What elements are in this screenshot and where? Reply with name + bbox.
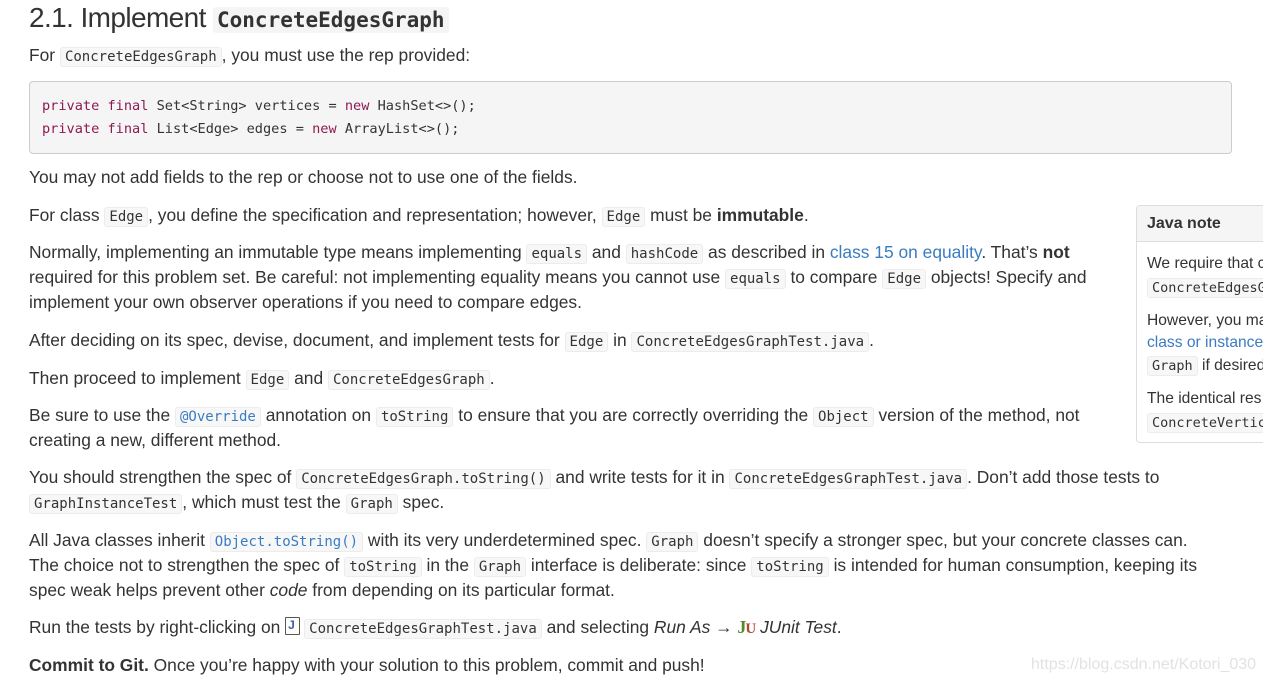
inline-code: ConcreteVertic bbox=[1147, 413, 1263, 433]
inline-code: Graph bbox=[473, 557, 527, 577]
strengthen-paragraph-line-2: GraphInstanceTest, which must test the G… bbox=[29, 490, 444, 517]
inline-code: Graph bbox=[646, 532, 699, 552]
section-heading: 2.1. Implement ConcreteEdgesGraph bbox=[29, 0, 449, 36]
inline-code: Object bbox=[813, 407, 874, 427]
fields-paragraph: You may not add fields to the rep or cho… bbox=[29, 167, 578, 187]
normally-paragraph-line-3: implement your own observer operations i… bbox=[29, 292, 582, 312]
inherit-paragraph-line-3: spec weak helps prevent other code from … bbox=[29, 580, 615, 600]
inline-code: Edge bbox=[601, 207, 646, 227]
inline-code: ConcreteEdgesGraphTest.java bbox=[304, 619, 542, 639]
java-note-line: We require that c bbox=[1147, 255, 1263, 272]
java-file-icon: J bbox=[285, 617, 301, 635]
inline-code: toString bbox=[375, 407, 454, 427]
java-note-sidebar: Java note We require that c ConcreteEdge… bbox=[1136, 205, 1263, 443]
inline-code: ConcreteEdgesGraph bbox=[327, 370, 490, 390]
inline-code: equals bbox=[526, 244, 588, 264]
commit-paragraph: Commit to Git. Once you’re happy with yo… bbox=[29, 655, 705, 675]
java-note-title: Java note bbox=[1137, 206, 1263, 242]
inline-code: ConcreteEdgesG bbox=[1147, 278, 1263, 298]
inline-code: ConcreteEdgesGraphTest.java bbox=[729, 469, 968, 489]
inline-code: Graph bbox=[1147, 356, 1198, 376]
class-or-instance-link[interactable]: class or instance bbox=[1147, 334, 1263, 351]
code-block: private final Set<String> vertices = new… bbox=[29, 81, 1232, 154]
override-paragraph-line-2: creating a new, different method. bbox=[29, 430, 282, 450]
normally-paragraph-line-1: Normally, implementing an immutable type… bbox=[29, 242, 1070, 264]
junit-icon: JU bbox=[737, 617, 756, 637]
code-line-1: private final Set<String> vertices = new… bbox=[42, 98, 476, 114]
override-paragraph-line-1: Be sure to use the @Override annotation … bbox=[29, 405, 1080, 427]
inline-code: toString bbox=[751, 557, 829, 577]
heading-code: ConcreteEdgesGraph bbox=[213, 7, 449, 33]
inline-code: Edge bbox=[564, 332, 609, 352]
object-tostring-link[interactable]: Object.toString() bbox=[209, 532, 364, 552]
java-note-line: The identical res bbox=[1147, 390, 1262, 407]
inline-code: ConcreteEdgesGraph bbox=[59, 47, 222, 67]
inline-code: Edge bbox=[882, 269, 926, 289]
inline-code: equals bbox=[725, 269, 786, 289]
class-15-equality-link[interactable]: class 15 on equality bbox=[830, 242, 981, 262]
after-paragraph: After deciding on its spec, devise, docu… bbox=[29, 330, 874, 352]
normally-paragraph-line-2: required for this problem set. Be carefu… bbox=[29, 267, 1087, 289]
intro-paragraph: For ConcreteEdgesGraph, you must use the… bbox=[29, 45, 471, 67]
override-link[interactable]: @Override bbox=[175, 407, 261, 427]
java-note-line: However, you ma bbox=[1147, 312, 1263, 329]
inline-code: toString bbox=[344, 557, 422, 577]
inline-code: hashCode bbox=[625, 244, 704, 264]
immutable-paragraph: For class Edge, you define the specifica… bbox=[29, 205, 809, 227]
run-paragraph: Run the tests by right-clicking on J Conc… bbox=[29, 617, 842, 639]
inline-code: ConcreteEdgesGraphTest.java bbox=[631, 332, 870, 352]
inline-code: ConcreteEdgesGraph.toString() bbox=[296, 469, 551, 489]
code-line-2: private final List<Edge> edges = new Arr… bbox=[42, 121, 460, 137]
inline-code: Edge bbox=[245, 370, 290, 390]
watermark: https://blog.csdn.net/Kotori_030 bbox=[1031, 656, 1257, 673]
then-paragraph: Then proceed to implement Edge and Concr… bbox=[29, 368, 495, 390]
inline-code: GraphInstanceTest bbox=[29, 494, 183, 514]
inherit-paragraph-line-2: The choice not to strengthen the spec of… bbox=[29, 555, 1198, 577]
inline-code: Graph bbox=[345, 494, 398, 514]
inline-code: Edge bbox=[104, 207, 149, 227]
strengthen-paragraph-line-1: You should strengthen the spec of Concre… bbox=[29, 467, 1160, 489]
inherit-paragraph-line-1: All Java classes inherit Object.toString… bbox=[29, 530, 1188, 552]
